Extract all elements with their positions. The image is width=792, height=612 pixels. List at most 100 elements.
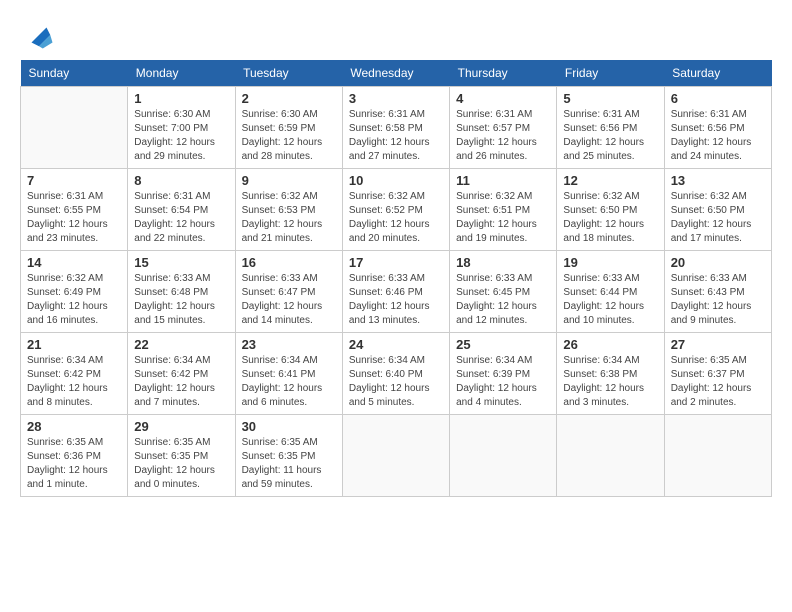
calendar-week-3: 14 Sunrise: 6:32 AM Sunset: 6:49 PM Dayli… [21, 251, 772, 333]
day-number: 12 [563, 173, 657, 188]
calendar-header-sunday: Sunday [21, 60, 128, 87]
day-info: Sunrise: 6:35 AM Sunset: 6:35 PM Dayligh… [134, 436, 228, 492]
day-info: Sunrise: 6:31 AM Sunset: 6:57 PM Dayligh… [456, 108, 550, 164]
day-number: 7 [27, 173, 121, 188]
day-info: Sunrise: 6:31 AM Sunset: 6:56 PM Dayligh… [671, 108, 765, 164]
day-number: 22 [134, 337, 228, 352]
calendar-cell: 30 Sunrise: 6:35 AM Sunset: 6:35 PM Dayli… [235, 415, 342, 497]
day-info: Sunrise: 6:34 AM Sunset: 6:42 PM Dayligh… [27, 354, 121, 410]
day-info: Sunrise: 6:31 AM Sunset: 6:55 PM Dayligh… [27, 190, 121, 246]
calendar-cell: 21 Sunrise: 6:34 AM Sunset: 6:42 PM Dayli… [21, 333, 128, 415]
day-number: 15 [134, 255, 228, 270]
day-info: Sunrise: 6:33 AM Sunset: 6:45 PM Dayligh… [456, 272, 550, 328]
calendar-cell: 15 Sunrise: 6:33 AM Sunset: 6:48 PM Dayli… [128, 251, 235, 333]
day-info: Sunrise: 6:31 AM Sunset: 6:56 PM Dayligh… [563, 108, 657, 164]
calendar-header-friday: Friday [557, 60, 664, 87]
calendar-cell: 24 Sunrise: 6:34 AM Sunset: 6:40 PM Dayli… [342, 333, 449, 415]
logo [20, 20, 54, 50]
calendar-cell [557, 415, 664, 497]
day-info: Sunrise: 6:32 AM Sunset: 6:50 PM Dayligh… [671, 190, 765, 246]
day-number: 3 [349, 91, 443, 106]
calendar-cell: 23Sunrise: 6:34 AM Sunset: 6:41 PM Dayli… [235, 333, 342, 415]
day-info: Sunrise: 6:34 AM Sunset: 6:40 PM Dayligh… [349, 354, 443, 410]
calendar-cell: 6 Sunrise: 6:31 AM Sunset: 6:56 PM Daylig… [664, 87, 771, 169]
day-number: 20 [671, 255, 765, 270]
day-info: Sunrise: 6:35 AM Sunset: 6:35 PM Dayligh… [242, 436, 336, 492]
calendar-header-saturday: Saturday [664, 60, 771, 87]
day-info: Sunrise: 6:32 AM Sunset: 6:49 PM Dayligh… [27, 272, 121, 328]
calendar-header-tuesday: Tuesday [235, 60, 342, 87]
calendar-cell: 1 Sunrise: 6:30 AM Sunset: 7:00 PM Daylig… [128, 87, 235, 169]
day-info: Sunrise: 6:32 AM Sunset: 6:53 PM Dayligh… [242, 190, 336, 246]
day-info: Sunrise: 6:35 AM Sunset: 6:37 PM Dayligh… [671, 354, 765, 410]
day-info: Sunrise: 6:31 AM Sunset: 6:58 PM Dayligh… [349, 108, 443, 164]
day-number: 10 [349, 173, 443, 188]
calendar-cell: 12 Sunrise: 6:32 AM Sunset: 6:50 PM Dayli… [557, 169, 664, 251]
day-number: 28 [27, 419, 121, 434]
calendar-header-thursday: Thursday [450, 60, 557, 87]
day-info: Sunrise: 6:30 AM Sunset: 7:00 PM Dayligh… [134, 108, 228, 164]
day-number: 13 [671, 173, 765, 188]
day-number: 30 [242, 419, 336, 434]
calendar-cell: 10 Sunrise: 6:32 AM Sunset: 6:52 PM Dayli… [342, 169, 449, 251]
calendar-cell: 3 Sunrise: 6:31 AM Sunset: 6:58 PM Daylig… [342, 87, 449, 169]
calendar-cell: 13 Sunrise: 6:32 AM Sunset: 6:50 PM Dayli… [664, 169, 771, 251]
day-info: Sunrise: 6:32 AM Sunset: 6:50 PM Dayligh… [563, 190, 657, 246]
day-info: Sunrise: 6:33 AM Sunset: 6:47 PM Dayligh… [242, 272, 336, 328]
calendar-header-monday: Monday [128, 60, 235, 87]
day-number: 26 [563, 337, 657, 352]
day-number: 24 [349, 337, 443, 352]
day-info: Sunrise: 6:33 AM Sunset: 6:44 PM Dayligh… [563, 272, 657, 328]
calendar-cell: 26Sunrise: 6:34 AM Sunset: 6:38 PM Dayli… [557, 333, 664, 415]
calendar-cell [342, 415, 449, 497]
day-number: 18 [456, 255, 550, 270]
day-info: Sunrise: 6:33 AM Sunset: 6:46 PM Dayligh… [349, 272, 443, 328]
day-number: 2 [242, 91, 336, 106]
calendar-cell: 18 Sunrise: 6:33 AM Sunset: 6:45 PM Dayli… [450, 251, 557, 333]
calendar-cell: 11Sunrise: 6:32 AM Sunset: 6:51 PM Dayli… [450, 169, 557, 251]
calendar-cell: 17 Sunrise: 6:33 AM Sunset: 6:46 PM Dayli… [342, 251, 449, 333]
day-info: Sunrise: 6:33 AM Sunset: 6:48 PM Dayligh… [134, 272, 228, 328]
logo-icon [24, 20, 54, 50]
calendar-cell: 22 Sunrise: 6:34 AM Sunset: 6:42 PM Dayli… [128, 333, 235, 415]
day-number: 17 [349, 255, 443, 270]
day-number: 9 [242, 173, 336, 188]
day-number: 11 [456, 173, 550, 188]
calendar-cell: 2 Sunrise: 6:30 AM Sunset: 6:59 PM Daylig… [235, 87, 342, 169]
calendar-cell [664, 415, 771, 497]
day-info: Sunrise: 6:34 AM Sunset: 6:42 PM Dayligh… [134, 354, 228, 410]
day-number: 6 [671, 91, 765, 106]
day-info: Sunrise: 6:35 AM Sunset: 6:36 PM Dayligh… [27, 436, 121, 492]
day-info: Sunrise: 6:33 AM Sunset: 6:43 PM Dayligh… [671, 272, 765, 328]
day-number: 25 [456, 337, 550, 352]
calendar-cell: 27 Sunrise: 6:35 AM Sunset: 6:37 PM Dayli… [664, 333, 771, 415]
page-header [20, 20, 772, 50]
calendar-cell: 7 Sunrise: 6:31 AM Sunset: 6:55 PM Daylig… [21, 169, 128, 251]
day-number: 14 [27, 255, 121, 270]
calendar-cell: 5 Sunrise: 6:31 AM Sunset: 6:56 PM Daylig… [557, 87, 664, 169]
calendar-header-wednesday: Wednesday [342, 60, 449, 87]
calendar-cell: 19 Sunrise: 6:33 AM Sunset: 6:44 PM Dayli… [557, 251, 664, 333]
day-number: 27 [671, 337, 765, 352]
calendar-cell: 16Sunrise: 6:33 AM Sunset: 6:47 PM Dayli… [235, 251, 342, 333]
calendar-week-4: 21 Sunrise: 6:34 AM Sunset: 6:42 PM Dayli… [21, 333, 772, 415]
day-info: Sunrise: 6:34 AM Sunset: 6:39 PM Dayligh… [456, 354, 550, 410]
calendar-cell [21, 87, 128, 169]
calendar-cell: 14 Sunrise: 6:32 AM Sunset: 6:49 PM Dayli… [21, 251, 128, 333]
day-number: 4 [456, 91, 550, 106]
calendar-cell: 4 Sunrise: 6:31 AM Sunset: 6:57 PM Daylig… [450, 87, 557, 169]
day-number: 1 [134, 91, 228, 106]
calendar-cell [450, 415, 557, 497]
calendar-week-2: 7 Sunrise: 6:31 AM Sunset: 6:55 PM Daylig… [21, 169, 772, 251]
day-number: 29 [134, 419, 228, 434]
day-info: Sunrise: 6:32 AM Sunset: 6:52 PM Dayligh… [349, 190, 443, 246]
day-number: 19 [563, 255, 657, 270]
calendar-week-1: 1 Sunrise: 6:30 AM Sunset: 7:00 PM Daylig… [21, 87, 772, 169]
day-info: Sunrise: 6:30 AM Sunset: 6:59 PM Dayligh… [242, 108, 336, 164]
calendar-cell: 20 Sunrise: 6:33 AM Sunset: 6:43 PM Dayli… [664, 251, 771, 333]
day-info: Sunrise: 6:31 AM Sunset: 6:54 PM Dayligh… [134, 190, 228, 246]
day-number: 5 [563, 91, 657, 106]
day-number: 21 [27, 337, 121, 352]
calendar-week-5: 28 Sunrise: 6:35 AM Sunset: 6:36 PM Dayli… [21, 415, 772, 497]
day-number: 8 [134, 173, 228, 188]
